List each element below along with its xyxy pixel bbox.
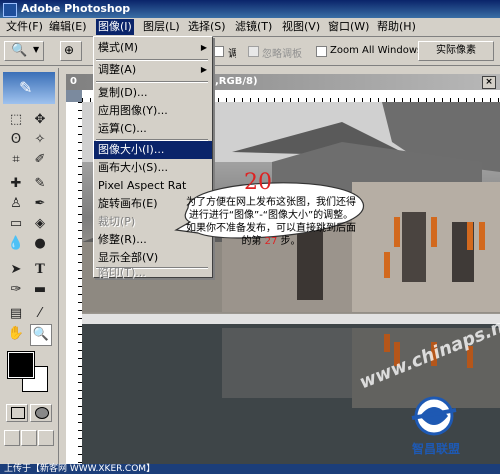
menu-item-adjustments[interactable]: 调整(A) ▶	[94, 61, 212, 79]
screen-mode-standard-button[interactable]	[4, 430, 20, 446]
photoshop-app-icon	[3, 3, 17, 17]
menu-layer[interactable]: 图层(L)	[141, 19, 182, 35]
actual-pixels-button[interactable]: 实际像素	[418, 41, 494, 61]
zoom-all-windows-checkbox[interactable]	[316, 46, 327, 57]
marquee-tool-icon[interactable]: ⬚	[6, 110, 26, 130]
brush-tool-icon[interactable]: ✎	[30, 174, 50, 194]
zoom-in-icon: ⊕	[64, 43, 75, 57]
title-bar: Adobe Photoshop	[0, 0, 500, 18]
ignore-palettes-checkbox[interactable]	[248, 46, 259, 57]
document-title-left: 0	[70, 76, 77, 87]
toolbox: ✎ ⬚ ✥ ʘ ✧ ⌗ ✐ ✚ ✎ ♙ ✒ ▭ ◈ 💧 ● ➤ T ✑ ▬ ▤ …	[0, 68, 59, 464]
shape-tool-icon[interactable]: ▬	[30, 280, 50, 300]
menu-select[interactable]: 选择(S)	[186, 19, 228, 35]
document-title-right: ,RGB/8)	[215, 76, 258, 87]
screen-mode-full-menu-button[interactable]	[21, 430, 37, 446]
menu-item-calculations[interactable]: 运算(C)...	[94, 120, 212, 138]
move-tool-icon[interactable]: ✥	[30, 110, 50, 130]
resize-windows-checkbox[interactable]	[213, 46, 224, 57]
magic-wand-tool-icon[interactable]: ✧	[30, 130, 50, 150]
submenu-arrow-icon: ▶	[200, 43, 207, 52]
menu-item-image-size[interactable]: 图像大小(I)...	[94, 141, 212, 159]
menu-item-adjustments-label: 调整(A)	[98, 63, 137, 76]
slice-tool-icon[interactable]: ✐	[30, 150, 50, 170]
healing-brush-tool-icon[interactable]: ✚	[6, 174, 26, 194]
ruler-vertical	[66, 102, 83, 464]
pen-tool-icon[interactable]: ✑	[6, 280, 26, 300]
zoom-in-button[interactable]: ⊕	[60, 41, 82, 61]
feather-icon: ✎	[19, 78, 33, 97]
notes-tool-icon[interactable]: ▤	[6, 304, 26, 324]
zoom-tool-icon[interactable]: 🔍	[30, 324, 52, 346]
menu-item-duplicate[interactable]: 复制(D)...	[94, 84, 212, 102]
adobe-feather-logo[interactable]: ✎	[3, 72, 55, 104]
menu-separator	[96, 81, 208, 83]
quick-mask-icon	[35, 407, 49, 419]
type-tool-icon[interactable]: T	[30, 260, 50, 280]
quick-mask-button[interactable]	[30, 404, 52, 422]
menu-help[interactable]: 帮助(H)	[375, 19, 418, 35]
submenu-arrow-icon: ▶	[200, 65, 207, 74]
zoom-icon: 🔍	[11, 43, 28, 58]
clone-stamp-tool-icon[interactable]: ♙	[6, 194, 26, 214]
eraser-tool-icon[interactable]: ▭	[6, 214, 26, 234]
upload-footer: 上传于【新客网 WWW.XKER.COM】	[0, 464, 500, 474]
menu-item-apply-image[interactable]: 应用图像(Y)...	[94, 102, 212, 120]
menu-item-reveal-all[interactable]: 显示全部(V)	[94, 249, 212, 267]
standard-mode-button[interactable]	[6, 404, 28, 422]
close-icon[interactable]: ×	[482, 76, 496, 89]
menu-image[interactable]: 图像(I)	[96, 19, 134, 35]
chevron-down-icon: ▼	[33, 45, 40, 54]
ignore-palettes-label: 忽略调板	[262, 49, 302, 60]
menu-bar: 文件(F) 编辑(E) 图像(I) 图层(L) 选择(S) 滤镜(T) 视图(V…	[0, 18, 500, 37]
tutorial-callout: 20 为了方便在网上发布这张图，我们还得进行进行“图像”-“图像大小”的调整。如…	[168, 168, 373, 248]
hand-tool-icon[interactable]: ✋	[6, 324, 26, 344]
window-title: Adobe Photoshop	[21, 2, 131, 15]
callout-text: 为了方便在网上发布这张图，我们还得进行进行“图像”-“图像大小”的调整。如果你不…	[186, 197, 356, 247]
paint-bucket-tool-icon[interactable]: ◈	[30, 214, 50, 234]
foreground-color-swatch[interactable]	[7, 351, 35, 379]
options-bar: 🔍 ▼ ⊕ 调整窗口大小以满屏显示 忽略调板 Zoom All Windows …	[0, 37, 500, 66]
path-selection-tool-icon[interactable]: ➤	[6, 260, 26, 280]
eyedropper-tool-icon[interactable]: ⁄	[30, 304, 50, 324]
screen-mode-full-button[interactable]	[38, 430, 54, 446]
site-logo-text: 智昌联盟	[412, 442, 461, 456]
tool-preset-picker[interactable]: 🔍 ▼	[4, 41, 44, 61]
standard-mode-icon	[11, 407, 25, 419]
menu-view[interactable]: 视图(V)	[280, 19, 322, 35]
menu-item-mode-label: 模式(M)	[98, 41, 139, 54]
history-brush-tool-icon[interactable]: ✒	[30, 194, 50, 214]
crop-tool-icon[interactable]: ⌗	[6, 150, 26, 170]
menu-edit[interactable]: 编辑(E)	[47, 19, 89, 35]
resize-windows-label: 调整窗口大小以满屏显示	[228, 49, 236, 60]
menu-item-trap: 陷印(T)...	[98, 266, 146, 279]
menu-window[interactable]: 窗口(W)	[326, 19, 371, 35]
menu-filter[interactable]: 滤镜(T)	[233, 19, 274, 35]
lasso-tool-icon[interactable]: ʘ	[6, 130, 26, 150]
step-number: 20	[244, 170, 272, 195]
dodge-tool-icon[interactable]: ●	[30, 234, 50, 254]
menu-file[interactable]: 文件(F)	[4, 19, 45, 35]
menu-item-mode[interactable]: 模式(M) ▶	[94, 39, 212, 57]
zoom-all-windows-label: Zoom All Windows	[330, 45, 423, 56]
target-step-number: 27	[264, 236, 278, 247]
blur-tool-icon[interactable]: 💧	[6, 234, 26, 254]
